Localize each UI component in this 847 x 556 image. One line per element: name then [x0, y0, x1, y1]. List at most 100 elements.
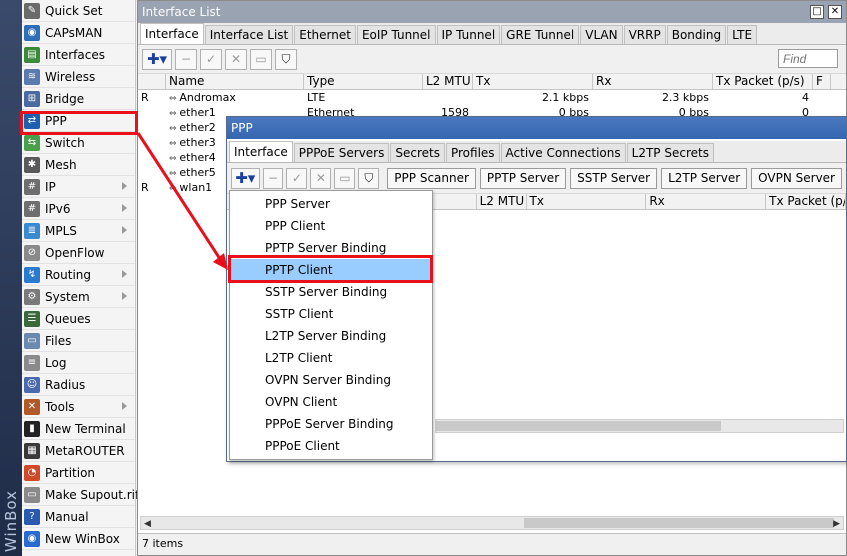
column-header[interactable]: Tx Packet (p/s)	[713, 74, 813, 89]
interface-tab-bonding[interactable]: Bonding	[666, 25, 727, 44]
menu-item-ovpn-client[interactable]: OVPN Client	[230, 391, 432, 413]
sidebar-item-ip[interactable]: # IP	[22, 176, 135, 198]
horizontal-scrollbar[interactable]: ◀ ▶	[140, 516, 844, 530]
sidebar-item-tools[interactable]: ✕ Tools	[22, 396, 135, 418]
menu-item-l2tp-server-binding[interactable]: L2TP Server Binding	[230, 325, 432, 347]
sidebar-item-mpls[interactable]: ≣ MPLS	[22, 220, 135, 242]
column-header[interactable]: Type	[304, 74, 423, 89]
ppp-comment-button[interactable]: ▭	[334, 167, 356, 189]
ppp-remove-button[interactable]: −	[262, 167, 284, 189]
ppp-tab-secrets[interactable]: Secrets	[390, 143, 445, 162]
find-input[interactable]	[778, 49, 838, 68]
sidebar-item-routing[interactable]: ↯ Routing	[22, 264, 135, 286]
restore-icon[interactable]: □	[810, 5, 824, 19]
ppp-tab-profiles[interactable]: Profiles	[445, 143, 500, 162]
menu-item-l2tp-client[interactable]: L2TP Client	[230, 347, 432, 369]
column-header[interactable]: Name	[166, 74, 304, 89]
sidebar-item-capsman[interactable]: ◉ CAPsMAN	[22, 22, 135, 44]
interface-tab-vrrp[interactable]: VRRP	[623, 25, 666, 44]
sidebar-item-queues[interactable]: ☰ Queues	[22, 308, 135, 330]
sidebar-item-interfaces[interactable]: ▤ Interfaces	[22, 44, 135, 66]
sstp-server-button[interactable]: SSTP Server	[570, 167, 658, 189]
ppp-tab-active-connections[interactable]: Active Connections	[500, 143, 626, 162]
interface-list-titlebar[interactable]: Interface List □ ✕	[138, 1, 846, 23]
sidebar-item-label: OpenFlow	[45, 245, 105, 260]
sidebar-item-radius[interactable]: ☺ Radius	[22, 374, 135, 396]
close-icon[interactable]: ✕	[828, 5, 842, 19]
scroll-left-icon[interactable]: ◀	[144, 519, 151, 529]
ppp-scanner-button[interactable]: PPP Scanner	[387, 167, 476, 189]
sidebar-item-new-winbox[interactable]: ◉ New WinBox	[22, 528, 135, 550]
interface-tab-gre-tunnel[interactable]: GRE Tunnel	[501, 25, 580, 44]
routing-icon: ↯	[24, 266, 40, 283]
sidebar-item-bridge[interactable]: ⊞ Bridge	[22, 88, 135, 110]
sidebar-item-wireless[interactable]: ≋ Wireless	[22, 66, 135, 88]
add-button[interactable]: ✚▾	[142, 48, 172, 70]
disable-button[interactable]: ✕	[225, 48, 247, 70]
interface-tab-lte[interactable]: LTE	[727, 25, 758, 44]
ovpn-server-button[interactable]: OVPN Server	[751, 167, 842, 189]
sidebar-item-log[interactable]: ≡ Log	[22, 352, 135, 374]
interface-tab-vlan[interactable]: VLAN	[580, 25, 623, 44]
sidebar-item-mesh[interactable]: ✱ Mesh	[22, 154, 135, 176]
ppp-tab-interface[interactable]: Interface	[229, 141, 293, 162]
menu-item-pppoe-client[interactable]: PPPoE Client	[230, 435, 432, 457]
sidebar-item-openflow[interactable]: ⊘ OpenFlow	[22, 242, 135, 264]
l2tp-server-button[interactable]: L2TP Server	[661, 167, 748, 189]
ppp-disable-button[interactable]: ✕	[310, 167, 332, 189]
sidebar-item-ipv6[interactable]: # IPv6	[22, 198, 135, 220]
menu-item-sstp-server-binding[interactable]: SSTP Server Binding	[230, 281, 432, 303]
interface-tab-eoip-tunnel[interactable]: EoIP Tunnel	[356, 25, 436, 44]
tools-icon: ✕	[24, 398, 40, 415]
sidebar-item-make-supout-rif[interactable]: ▭ Make Supout.rif	[22, 484, 139, 506]
ppp-horizontal-scrollbar[interactable]	[435, 419, 844, 433]
sidebar-item-system[interactable]: ⚙ System	[22, 286, 135, 308]
sidebar-item-label: System	[45, 289, 90, 304]
ppp-scroll-thumb[interactable]	[436, 421, 721, 431]
column-header[interactable]: F	[813, 74, 831, 89]
add-dropdown-menu: PPP Server PPP Client PPTP Server Binding P…	[229, 190, 433, 460]
table-row[interactable]: R ⇔ Andromax LTE 2.1 kbps 2.3 kbps 4	[138, 90, 846, 105]
column-header[interactable]: L2 MTU	[423, 74, 473, 89]
ppp-add-button[interactable]: ✚▾	[231, 167, 260, 189]
sidebar-item-new-terminal[interactable]: ▮ New Terminal	[22, 418, 135, 440]
menu-item-ppp-server[interactable]: PPP Server	[230, 193, 432, 215]
column-header[interactable]	[138, 74, 166, 89]
interface-tab-interface-list[interactable]: Interface List	[204, 25, 294, 44]
ppp-column-header[interactable]: Tx	[527, 194, 647, 209]
interface-tab-ip-tunnel[interactable]: IP Tunnel	[436, 25, 501, 44]
ppp-titlebar[interactable]: PPP	[227, 117, 846, 139]
interface-tab-ethernet[interactable]: Ethernet	[294, 25, 356, 44]
ppp-tab-pppoe-servers[interactable]: PPPoE Servers	[293, 143, 390, 162]
filter-icon[interactable]: ⛉	[275, 48, 297, 70]
menu-item-pptp-client[interactable]: PPTP Client	[230, 259, 432, 281]
column-header[interactable]: Tx	[473, 74, 593, 89]
sidebar-item-metarouter[interactable]: ▦ MetaROUTER	[22, 440, 135, 462]
enable-button[interactable]: ✓	[200, 48, 222, 70]
scroll-right-icon[interactable]: ▶	[833, 519, 840, 529]
column-header[interactable]: Rx	[593, 74, 713, 89]
interface-tab-interface[interactable]: Interface	[140, 23, 204, 44]
ppp-column-header[interactable]: Tx Packet (p/s)	[766, 194, 847, 209]
cell-l2mtu	[423, 90, 473, 105]
menu-item-pppoe-server-binding[interactable]: PPPoE Server Binding	[230, 413, 432, 435]
sidebar-item-ppp[interactable]: ⇄ PPP	[22, 110, 135, 132]
sidebar-item-manual[interactable]: ? Manual	[22, 506, 135, 528]
sidebar-item-quick-set[interactable]: ✎ Quick Set	[22, 0, 135, 22]
ppp-filter-icon[interactable]: ⛉	[358, 167, 380, 189]
menu-item-sstp-client[interactable]: SSTP Client	[230, 303, 432, 325]
ppp-column-header[interactable]: L2 MTU	[477, 194, 527, 209]
ppp-column-header[interactable]: Rx	[646, 194, 767, 209]
menu-item-pptp-server-binding[interactable]: PPTP Server Binding	[230, 237, 432, 259]
ppp-tab-l2tp-secrets[interactable]: L2TP Secrets	[626, 143, 714, 162]
scroll-thumb[interactable]	[524, 518, 834, 528]
comment-button[interactable]: ▭	[250, 48, 272, 70]
pptp-server-button[interactable]: PPTP Server	[479, 167, 567, 189]
sidebar-item-partition[interactable]: ◔ Partition	[22, 462, 135, 484]
sidebar-item-files[interactable]: ▭ Files	[22, 330, 135, 352]
sidebar-item-switch[interactable]: ⇆ Switch	[22, 132, 135, 154]
menu-item-ovpn-server-binding[interactable]: OVPN Server Binding	[230, 369, 432, 391]
remove-button[interactable]: −	[175, 48, 197, 70]
menu-item-ppp-client[interactable]: PPP Client	[230, 215, 432, 237]
ppp-enable-button[interactable]: ✓	[286, 167, 308, 189]
